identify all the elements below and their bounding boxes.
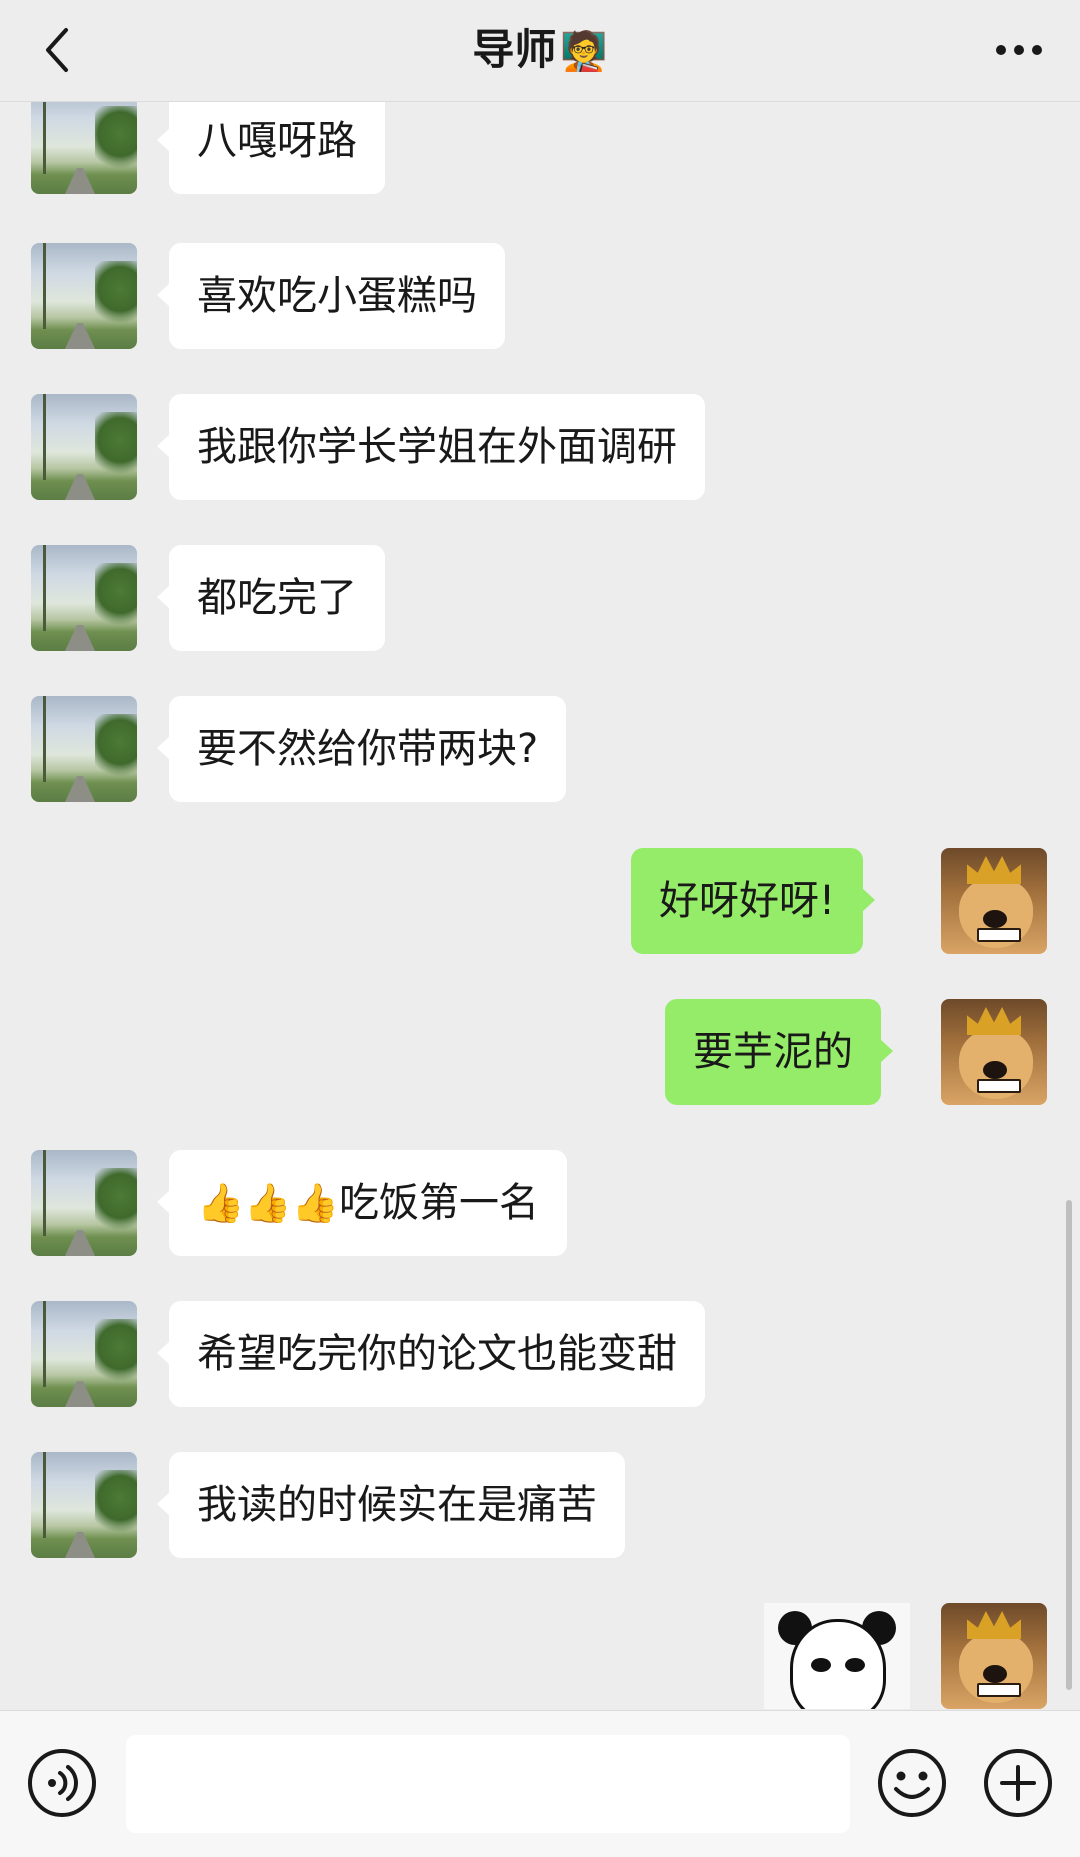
- plus-icon: [984, 1749, 1052, 1817]
- message-bubble-self[interactable]: 好呀好呀!: [631, 848, 876, 954]
- message-bubble[interactable]: 希望吃完你的论文也能变甜: [157, 1301, 705, 1407]
- input-bar: [0, 1710, 1080, 1857]
- teacher-avatar[interactable]: [31, 545, 137, 651]
- message-bubble[interactable]: 👍👍👍吃饭第一名: [157, 1150, 567, 1256]
- more-dots-icon: [996, 45, 1042, 55]
- scrollbar[interactable]: [1066, 1200, 1072, 1690]
- self-avatar[interactable]: [941, 1603, 1047, 1709]
- more-functions-button[interactable]: [982, 1747, 1054, 1819]
- more-options-button[interactable]: [984, 22, 1054, 78]
- chat-title: 导师 🧑‍🏫: [0, 22, 1080, 79]
- back-button[interactable]: [30, 20, 90, 80]
- teacher-avatar[interactable]: [31, 394, 137, 500]
- chat-title-text: 导师: [472, 25, 557, 74]
- teacher-avatar[interactable]: [31, 1301, 137, 1407]
- chevron-left-icon: [46, 28, 68, 72]
- teacher-avatar[interactable]: [31, 696, 137, 802]
- emoji-button[interactable]: [876, 1747, 948, 1819]
- message-bubble[interactable]: 我读的时候实在是痛苦: [157, 1452, 625, 1558]
- panda-meme-sticker[interactable]: [764, 1603, 910, 1709]
- thumbs-up-icon: 👍👍👍: [197, 1181, 339, 1225]
- message-input[interactable]: [126, 1735, 850, 1833]
- message-bubble-self[interactable]: 要芋泥的: [665, 999, 893, 1105]
- message-text: 吃饭第一名: [338, 1180, 539, 1226]
- teacher-emoji-icon: 🧑‍🏫: [560, 29, 608, 73]
- teacher-avatar[interactable]: [31, 1150, 137, 1256]
- self-avatar[interactable]: [941, 999, 1047, 1105]
- message-list[interactable]: 八嘎呀路 喜欢吃小蛋糕吗 我跟你学长学姐在外面调研 都吃完了 要不然给你带两块?…: [0, 102, 1080, 1710]
- message-bubble[interactable]: 八嘎呀路: [157, 102, 385, 194]
- message-bubble[interactable]: 要不然给你带两块?: [156, 696, 567, 802]
- teacher-avatar[interactable]: [31, 102, 137, 194]
- voice-icon: [28, 1749, 96, 1817]
- smiley-icon: [878, 1749, 946, 1817]
- self-avatar[interactable]: [941, 848, 1047, 954]
- chat-header: 导师 🧑‍🏫: [0, 0, 1080, 102]
- teacher-avatar[interactable]: [31, 243, 137, 349]
- voice-button[interactable]: [26, 1747, 98, 1819]
- teacher-avatar[interactable]: [31, 1452, 137, 1558]
- message-bubble[interactable]: 我跟你学长学姐在外面调研: [157, 394, 705, 500]
- message-bubble[interactable]: 都吃完了: [157, 545, 385, 651]
- message-bubble[interactable]: 喜欢吃小蛋糕吗: [157, 243, 505, 349]
